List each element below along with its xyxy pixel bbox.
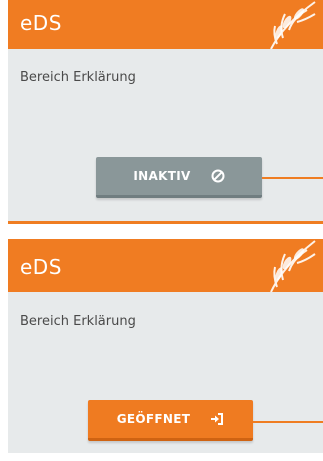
card-description: Bereich Erklärung xyxy=(20,314,136,329)
eds-card-open: eDS Bereich Erklärung GEÖFFNET xyxy=(8,239,323,453)
card-header: eDS xyxy=(8,239,323,292)
card-header: eDS xyxy=(8,0,323,49)
wheat-logo-icon xyxy=(270,240,316,292)
connector-line xyxy=(253,421,323,423)
status-label: GEÖFFNET xyxy=(116,412,191,426)
eds-card-inactive: eDS Bereich Erklärung INAKTIV xyxy=(8,0,323,224)
card-title: eDS xyxy=(20,11,62,35)
connector-line xyxy=(262,177,323,179)
card-description: Bereich Erklärung xyxy=(20,70,136,85)
status-label: INAKTIV xyxy=(133,169,191,183)
wheat-logo-icon xyxy=(270,1,316,49)
inactive-status-button[interactable]: INAKTIV xyxy=(96,157,262,198)
sign-in-icon xyxy=(211,413,224,425)
card-title: eDS xyxy=(20,255,62,279)
open-status-button[interactable]: GEÖFFNET xyxy=(88,400,253,441)
ban-icon xyxy=(211,169,225,183)
